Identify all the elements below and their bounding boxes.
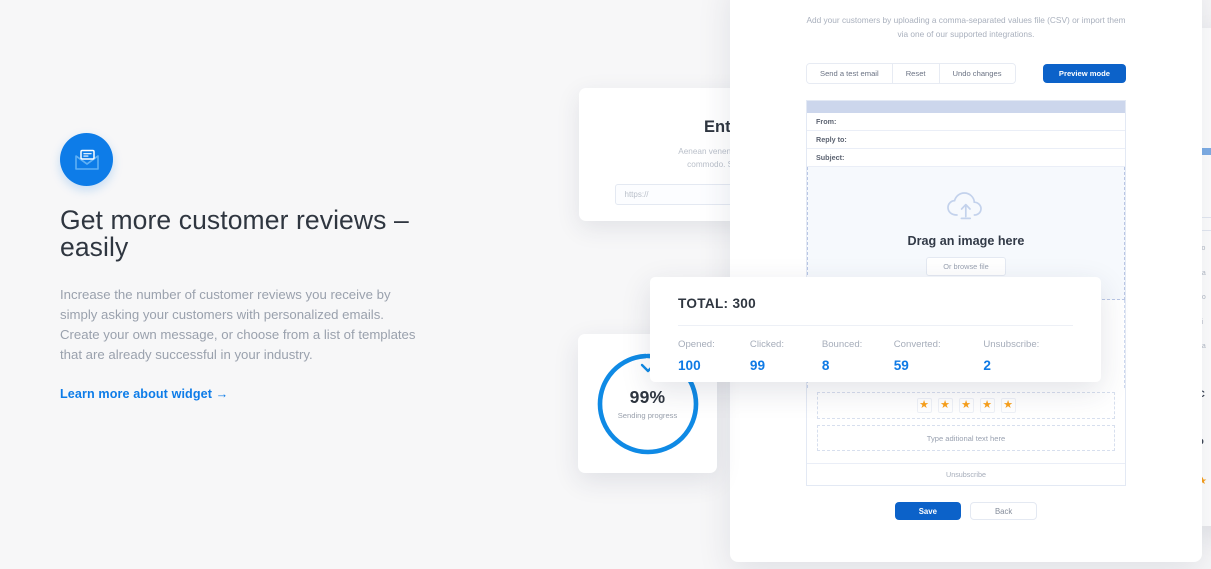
stats-grid: Opened: 100 Clicked: 99 Bounced: 8 Conve… — [678, 339, 1073, 373]
feature-copy-block: Get more customer reviews – easily Incre… — [60, 133, 450, 403]
from-field[interactable]: From: — [807, 113, 1125, 131]
builder-toolbar: Send a test email Reset Undo changes Pre… — [730, 63, 1202, 84]
progress-percent: 99% — [629, 387, 666, 407]
stat-label: Unsubscribe: — [983, 339, 1040, 350]
stat-value: 100 — [678, 358, 701, 373]
stat-unsubscribe: Unsubscribe: 2 — [983, 339, 1073, 373]
page-root: Get more customer reviews – easily Incre… — [0, 0, 1211, 569]
cloud-upload-icon — [945, 191, 987, 226]
arrow-right-icon: → — [215, 387, 229, 402]
learn-more-link[interactable]: Learn more about widget → — [60, 387, 228, 401]
stat-value: 8 — [821, 358, 830, 373]
stat-label: Bounced: — [821, 339, 863, 350]
stat-value: 2 — [983, 358, 991, 373]
stat-opened: Opened: 100 — [678, 339, 750, 373]
star-icon[interactable]: ★ — [958, 398, 974, 413]
template-header-bar — [807, 101, 1125, 113]
subject-label: Subject: — [816, 153, 845, 162]
stat-value: 99 — [749, 358, 766, 373]
panel-description: Add your customers by uploading a comma-… — [806, 15, 1126, 39]
undo-changes-button[interactable]: Undo changes — [939, 64, 1015, 83]
star-icon[interactable]: ★ — [1000, 398, 1016, 413]
stat-bounced: Bounced: 8 — [822, 339, 894, 373]
unsubscribe-label: Unsubscribe — [946, 470, 986, 479]
stat-label: Clicked: — [749, 339, 785, 350]
stat-converted: Converted: 59 — [894, 339, 984, 373]
headline-line-2: easily — [60, 231, 129, 262]
dropzone-title: Drag an image here — [907, 233, 1025, 248]
learn-more-label: Learn more about widget — [60, 387, 213, 402]
from-label: From: — [816, 117, 837, 126]
send-test-email-button[interactable]: Send a test email — [807, 64, 893, 83]
preview-mode-button[interactable]: Preview mode — [1042, 64, 1126, 83]
campaign-stats-card: TOTAL: 300 Opened: 100 Clicked: 99 Bounc… — [650, 277, 1101, 382]
save-button[interactable]: Save — [894, 502, 961, 520]
stat-label: Converted: — [893, 339, 941, 350]
stats-total-label: TOTAL: 300 — [678, 296, 757, 311]
page-title: Get more customer reviews – easily — [60, 207, 450, 260]
star-icon[interactable]: ★ — [979, 398, 995, 413]
additional-text-placeholder: Type aditional text here — [926, 433, 1006, 443]
reply-to-label: Reply to: — [816, 135, 847, 144]
stat-value: 59 — [893, 358, 909, 373]
email-envelope-icon — [60, 133, 113, 186]
subject-field[interactable]: Subject: — [807, 149, 1125, 167]
stats-divider — [678, 325, 1073, 326]
star-icon[interactable]: ★ — [916, 398, 932, 413]
reset-button[interactable]: Reset — [892, 64, 940, 83]
unsubscribe-link[interactable]: Unsubscribe — [807, 463, 1125, 485]
reply-to-field[interactable]: Reply to: — [807, 131, 1125, 149]
toolbar-button-group: Send a test email Reset Undo changes — [806, 63, 1016, 84]
url-input-placeholder: https:// — [624, 190, 649, 199]
panel-actions: Save Back — [730, 502, 1202, 520]
progress-caption: Sending progress — [617, 411, 678, 420]
stat-clicked: Clicked: 99 — [750, 339, 822, 373]
browse-file-button[interactable]: Or browse file — [926, 256, 1006, 276]
stat-label: Opened: — [678, 339, 715, 350]
star-icon[interactable]: ★ — [937, 398, 953, 413]
feature-description: Increase the number of customer reviews … — [60, 287, 416, 363]
additional-text-block[interactable]: Type aditional text here — [817, 425, 1115, 451]
star-rating-block[interactable]: ★ ★ ★ ★ ★ — [817, 392, 1115, 419]
headline-line-1: Get more customer reviews – — [60, 205, 409, 235]
back-button[interactable]: Back — [969, 502, 1038, 520]
